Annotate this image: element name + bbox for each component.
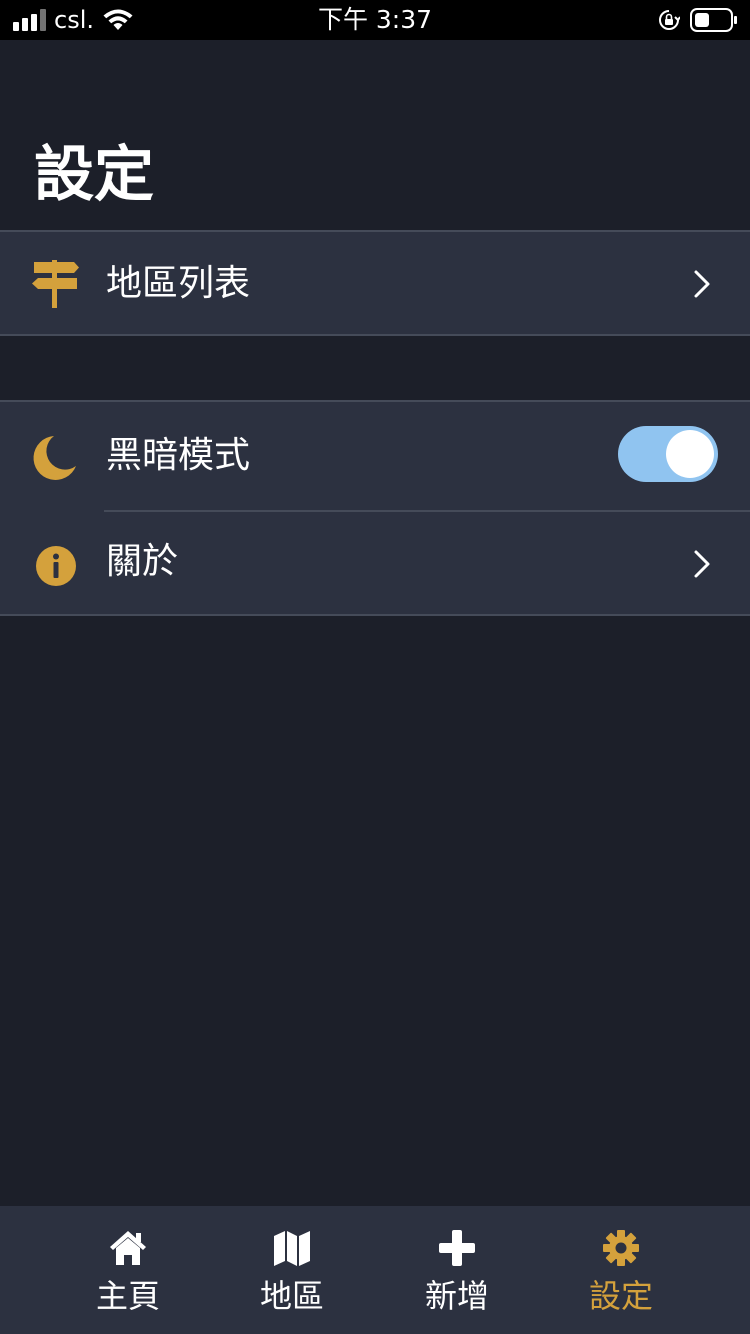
toggle-knob — [666, 430, 714, 478]
tab-settings[interactable]: 設定 — [556, 1206, 686, 1334]
plus-icon — [439, 1230, 475, 1266]
chevron-right-icon — [694, 550, 710, 578]
chevron-right-icon — [694, 270, 710, 298]
dark-mode-row: 黑暗模式 — [0, 402, 750, 506]
region-list-row[interactable]: 地區列表 — [0, 232, 750, 336]
region-list-label: 地區列表 — [106, 263, 251, 304]
map-icon — [274, 1231, 310, 1266]
status-time: 下午 3:37 — [317, 5, 433, 34]
orientation-lock-icon — [659, 10, 680, 30]
settings-group-preferences: 黑暗模式 關於 — [0, 400, 750, 616]
tab-home[interactable]: 主頁 — [63, 1206, 193, 1334]
tab-label: 主頁 — [95, 1277, 160, 1315]
tab-bar: 主頁 地區 新增 設定 — [0, 1206, 750, 1334]
gear-icon — [603, 1230, 639, 1266]
tab-label: 設定 — [588, 1277, 653, 1315]
tab-regions[interactable]: 地區 — [227, 1206, 357, 1334]
status-bar: csl. 下午 3:37 — [0, 0, 750, 40]
signpost-icon — [32, 260, 79, 308]
about-label: 關於 — [106, 541, 179, 582]
dark-mode-toggle[interactable] — [618, 426, 718, 482]
battery-icon — [690, 8, 737, 32]
tab-label: 地區 — [259, 1277, 324, 1315]
page-title: 設定 — [34, 140, 154, 210]
settings-group-regions: 地區列表 — [0, 230, 750, 336]
tab-label: 新增 — [424, 1277, 489, 1315]
tab-add[interactable]: 新增 — [392, 1206, 522, 1334]
info-icon — [36, 546, 76, 586]
about-row[interactable]: 關於 — [0, 512, 750, 616]
moon-icon — [33, 436, 76, 480]
home-icon — [110, 1231, 146, 1265]
dark-mode-label: 黑暗模式 — [106, 435, 251, 476]
